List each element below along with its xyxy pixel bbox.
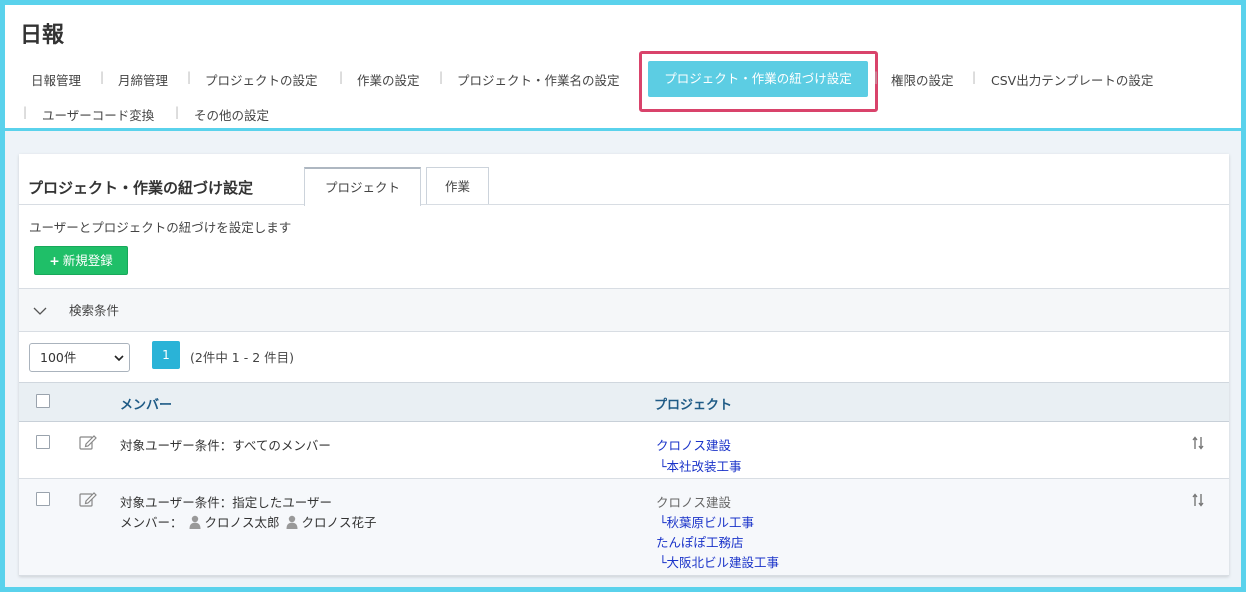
select-all-checkbox[interactable] [36,394,50,408]
nav-separator: | [187,70,192,84]
person-icon [189,515,201,529]
project-name: クロノス建設 [656,495,732,510]
project-link[interactable]: クロノス建設 [656,435,731,454]
nav-item-csv-template-settings[interactable]: CSV出力テンプレートの設定 [991,70,1153,89]
nav-separator: | [23,105,28,119]
app-frame: 日報 日報管理 | 月締管理 | プロジェクトの設定 | 作業の設定 | プロジ… [5,5,1241,587]
row-checkbox[interactable] [36,492,50,506]
nav-item-project-task-name-settings[interactable]: プロジェクト・作業名の設定 [457,70,620,89]
nav-item-project-settings[interactable]: プロジェクトの設定 [205,70,318,89]
panel-header: プロジェクト・作業の紐づけ設定 プロジェクト 作業 [19,154,1229,206]
column-header-member[interactable]: メンバー [120,394,172,413]
tab-task[interactable]: 作業 [426,167,489,205]
nav-separator: | [339,70,344,84]
nav-item-daily-report-management[interactable]: 日報管理 [31,70,81,89]
divider [19,331,1229,332]
project-sub-link[interactable]: └秋葉原ビル工事 [659,512,754,531]
nav-item-user-code-conversion[interactable]: ユーザーコード変換 [42,105,154,124]
nav-separator: | [100,70,105,84]
project-sub-link[interactable]: └大阪北ビル建設工事 [659,552,779,571]
row-checkbox[interactable] [36,435,50,449]
member-label: メンバー： [120,515,183,530]
column-header-project[interactable]: プロジェクト [654,394,732,413]
top-navigation: 日報 日報管理 | 月締管理 | プロジェクトの設定 | 作業の設定 | プロジ… [5,5,1241,131]
nav-item-project-task-link-settings[interactable]: プロジェクト・作業の紐づけ設定 [648,61,868,97]
search-conditions-label: 検索条件 [69,303,120,318]
nav-separator: | [175,105,180,119]
nav-separator: | [972,70,977,84]
search-conditions-toggle[interactable] [19,289,1229,331]
link-settings-panel: プロジェクト・作業の紐づけ設定 プロジェクト 作業 ユーザーとプロジェクトの紐づ… [19,154,1229,576]
person-icon [286,515,298,529]
project-sub-link[interactable]: └本社改装工事 [659,456,742,475]
panel-description: ユーザーとプロジェクトの紐づけを設定します [29,220,292,235]
sort-icon[interactable] [1192,436,1204,450]
member-name: クロノス太郎 [204,515,280,530]
member-list: メンバー： クロノス太郎 クロノス花子 [120,512,377,531]
nav-item-other-settings[interactable]: その他の設定 [194,105,269,124]
plus-icon: + [49,253,60,268]
nav-separator: | [439,70,444,84]
member-condition: 対象ユーザー条件：指定したユーザー [120,495,333,510]
edit-icon[interactable] [79,434,97,450]
pagination-info: (2件中 1 - 2 件目) [190,350,295,365]
panel-header-divider [19,204,1229,205]
member-name: クロノス花子 [301,515,377,530]
edit-icon[interactable] [79,491,97,507]
tab-project[interactable]: プロジェクト [304,167,421,206]
new-registration-button[interactable]: + 新規登録 [34,246,128,275]
nav-item-permission-settings[interactable]: 権限の設定 [891,70,954,89]
page-1-button[interactable]: 1 [152,341,180,369]
nav-item-monthly-closing[interactable]: 月締管理 [118,70,168,89]
nav-item-task-settings[interactable]: 作業の設定 [357,70,420,89]
sort-icon[interactable] [1192,493,1204,507]
project-link[interactable]: たんぽぽ工務店 [656,532,744,551]
member-condition: 対象ユーザー条件：すべてのメンバー [120,438,331,453]
app-title: 日報 [20,23,65,48]
new-registration-label: 新規登録 [62,253,113,268]
table-header [19,382,1229,422]
panel-title: プロジェクト・作業の紐づけ設定 [28,179,254,197]
chevron-down-icon [114,355,124,362]
nav-separator: | [874,70,879,84]
chevron-down-icon[interactable] [33,304,47,318]
